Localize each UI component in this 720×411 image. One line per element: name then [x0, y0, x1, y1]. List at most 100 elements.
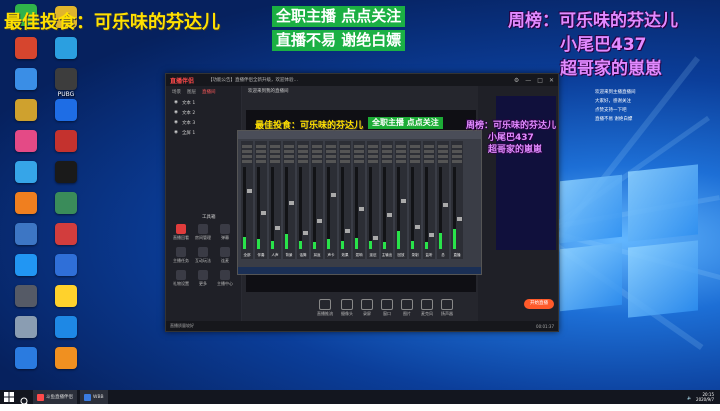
channel-toggle[interactable] — [284, 145, 294, 148]
scene-item[interactable]: ◉ 文本 3 — [166, 118, 241, 128]
channel-toggle[interactable] — [298, 160, 308, 163]
channel-toggle[interactable] — [298, 155, 308, 158]
channel-toggle[interactable] — [368, 155, 378, 158]
channel-toggle[interactable] — [438, 155, 448, 158]
eye-icon[interactable]: ◉ — [174, 100, 178, 106]
speaker-icon[interactable]: 🔈 — [687, 395, 692, 400]
channel-toggle[interactable] — [424, 150, 434, 153]
volume-fader[interactable] — [275, 226, 280, 230]
volume-fader[interactable] — [345, 229, 350, 233]
tab-0[interactable]: 场景 — [172, 89, 181, 95]
channel-toggle[interactable] — [396, 150, 406, 153]
tool-button[interactable]: 礼物设置 — [170, 270, 192, 287]
channel-toggle[interactable] — [270, 150, 280, 153]
channel-toggle[interactable] — [382, 145, 392, 148]
channel-toggle[interactable] — [438, 160, 448, 163]
channel-toggle[interactable] — [410, 155, 420, 158]
channel-toggle[interactable] — [452, 145, 462, 148]
start-button[interactable] — [0, 390, 18, 404]
channel-toggle[interactable] — [340, 155, 350, 158]
source-button[interactable]: 摄像头 — [341, 299, 353, 317]
channel-toggle[interactable] — [256, 145, 266, 148]
settings-icon[interactable]: ⚙ — [514, 77, 519, 84]
clock[interactable]: 20:15 2020/9/7 — [696, 392, 714, 402]
tool-button[interactable]: 房间管理 — [192, 224, 214, 241]
volume-fader[interactable] — [289, 201, 294, 205]
channel-toggle[interactable] — [354, 155, 364, 158]
eye-icon[interactable]: ◉ — [174, 110, 178, 116]
close-icon[interactable]: ✕ — [549, 77, 554, 84]
channel-toggle[interactable] — [270, 145, 280, 148]
volume-fader[interactable] — [359, 207, 364, 211]
search-icon[interactable] — [20, 392, 30, 407]
volume-fader[interactable] — [429, 233, 434, 237]
tool-button[interactable]: 更多 — [192, 270, 214, 287]
volume-fader[interactable] — [443, 203, 448, 207]
tool-button[interactable]: 主播中心 — [214, 270, 236, 287]
channel-toggle[interactable] — [242, 160, 252, 163]
channel-toggle[interactable] — [312, 145, 322, 148]
channel-toggle[interactable] — [452, 160, 462, 163]
source-button[interactable]: 图片 — [401, 299, 413, 317]
channel-toggle[interactable] — [368, 160, 378, 163]
channel-toggle[interactable] — [424, 155, 434, 158]
channel-toggle[interactable] — [270, 155, 280, 158]
source-button[interactable]: 录屏 — [361, 299, 373, 317]
channel-toggle[interactable] — [340, 150, 350, 153]
channel-toggle[interactable] — [354, 145, 364, 148]
source-button[interactable]: 直播推流 — [317, 299, 333, 317]
channel-toggle[interactable] — [284, 160, 294, 163]
channel-toggle[interactable] — [382, 150, 392, 153]
channel-toggle[interactable] — [284, 155, 294, 158]
volume-fader[interactable] — [247, 189, 252, 193]
channel-toggle[interactable] — [396, 160, 406, 163]
source-button[interactable]: 窗口 — [381, 299, 393, 317]
channel-toggle[interactable] — [452, 155, 462, 158]
volume-fader[interactable] — [317, 219, 322, 223]
tab-1[interactable]: 图层 — [187, 89, 196, 95]
volume-fader[interactable] — [387, 213, 392, 217]
source-button[interactable]: 扬声器 — [441, 299, 453, 317]
channel-toggle[interactable] — [326, 155, 336, 158]
channel-toggle[interactable] — [298, 145, 308, 148]
channel-toggle[interactable] — [312, 150, 322, 153]
channel-toggle[interactable] — [438, 145, 448, 148]
desktop-icon[interactable] — [6, 347, 46, 384]
scene-item[interactable]: ◉ 全屏 1 — [166, 128, 241, 138]
taskbar-item-wbb[interactable]: WBB — [80, 390, 108, 404]
channel-toggle[interactable] — [410, 150, 420, 153]
minimize-icon[interactable]: — — [525, 77, 531, 84]
channel-toggle[interactable] — [284, 150, 294, 153]
channel-toggle[interactable] — [368, 150, 378, 153]
volume-fader[interactable] — [373, 236, 378, 240]
channel-toggle[interactable] — [382, 155, 392, 158]
channel-toggle[interactable] — [382, 160, 392, 163]
notice-text[interactable]: 【功能公告】直播伴侣全新升级，欢迎体验… — [208, 77, 298, 83]
channel-toggle[interactable] — [298, 150, 308, 153]
eye-icon[interactable]: ◉ — [174, 130, 178, 136]
channel-toggle[interactable] — [424, 145, 434, 148]
channel-toggle[interactable] — [438, 150, 448, 153]
scene-item[interactable]: ◉ 文本 2 — [166, 108, 241, 118]
channel-toggle[interactable] — [340, 145, 350, 148]
channel-toggle[interactable] — [326, 150, 336, 153]
channel-toggle[interactable] — [424, 160, 434, 163]
desktop-icon[interactable] — [46, 347, 86, 384]
channel-toggle[interactable] — [242, 155, 252, 158]
volume-fader[interactable] — [331, 193, 336, 197]
taskbar-item-streaming[interactable]: 斗鱼直播伴侣 — [33, 390, 77, 404]
volume-fader[interactable] — [261, 211, 266, 215]
channel-toggle[interactable] — [340, 160, 350, 163]
volume-fader[interactable] — [457, 217, 462, 221]
tool-button[interactable]: 互动玩法 — [192, 247, 214, 264]
tool-button[interactable]: 主播任务 — [170, 247, 192, 264]
volume-fader[interactable] — [401, 199, 406, 203]
channel-toggle[interactable] — [452, 150, 462, 153]
channel-toggle[interactable] — [410, 145, 420, 148]
tool-button[interactable]: 弹幕 — [214, 224, 236, 241]
channel-toggle[interactable] — [354, 150, 364, 153]
channel-toggle[interactable] — [410, 160, 420, 163]
channel-toggle[interactable] — [256, 160, 266, 163]
volume-fader[interactable] — [415, 225, 420, 229]
channel-toggle[interactable] — [396, 155, 406, 158]
